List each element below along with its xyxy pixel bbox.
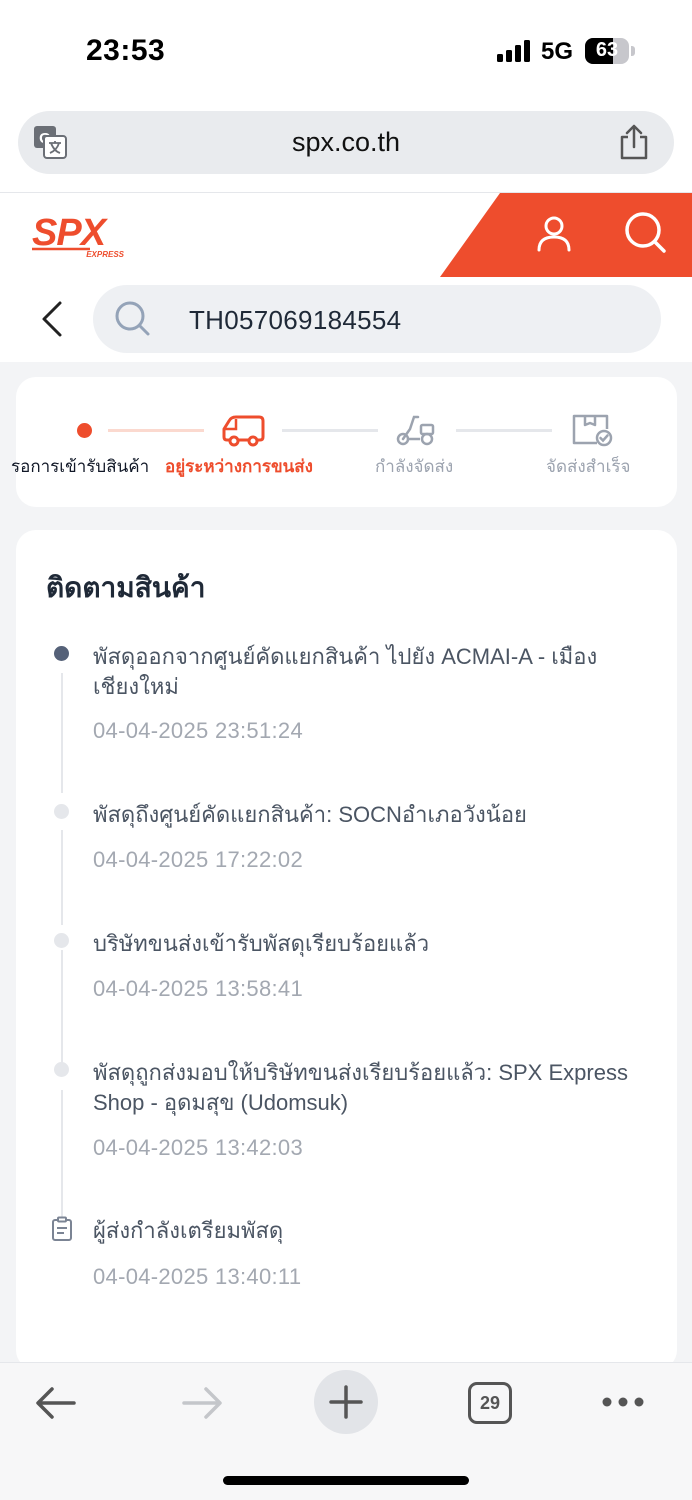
progress-line [108, 429, 204, 432]
step-label-out-for-delivery: กำลังจัดส่ง [375, 457, 454, 476]
user-icon[interactable] [534, 213, 574, 253]
share-icon[interactable] [618, 124, 650, 160]
event-description: พัสดุออกจากศูนย์คัดแยกสินค้า ไปยัง ACMAI… [93, 644, 598, 699]
timeline-line [61, 673, 63, 793]
tracking-card: ติดตามสินค้า พัสดุออกจากศูนย์คัดแยกสินค้… [16, 530, 677, 1370]
search-icon[interactable] [622, 209, 668, 255]
tabs-button[interactable]: 29 [468, 1382, 512, 1424]
forward-arrow-icon[interactable] [180, 1385, 224, 1421]
package-check-icon [572, 414, 613, 447]
more-icon[interactable] [602, 1397, 644, 1407]
event-time: 04-04-2025 23:51:24 [93, 718, 303, 743]
event-time: 04-04-2025 13:58:41 [93, 976, 303, 1001]
progress-line [282, 429, 378, 432]
event-time: 04-04-2025 13:40:11 [93, 1264, 302, 1289]
clock: 23:53 [86, 34, 166, 67]
new-tab-button[interactable] [314, 1370, 378, 1434]
tracking-number[interactable]: TH057069184554 [189, 305, 401, 336]
spx-logo[interactable]: SPX EXPRESS [30, 211, 130, 259]
cellular-signal-icon [497, 40, 533, 62]
step-dot-done [77, 423, 92, 438]
event-description: พัสดุถึงศูนย์คัดแยกสินค้า: SOCNอำเภอวังน… [93, 802, 527, 827]
timeline-dot [54, 933, 69, 948]
browser-toolbar: 29 [0, 1362, 692, 1500]
tracking-search-input[interactable]: TH057069184554 [93, 285, 661, 353]
site-header: SPX EXPRESS [0, 193, 692, 277]
timeline-dot [54, 1062, 69, 1077]
plus-icon [329, 1385, 363, 1419]
clipboard-icon [52, 1216, 72, 1241]
scooter-icon [396, 415, 435, 446]
tracking-title: ติดตามสินค้า [46, 572, 206, 603]
battery-percent: 63 [595, 39, 619, 61]
svg-text:SPX: SPX [32, 212, 109, 254]
timeline-line [61, 830, 63, 925]
network-type: 5G [541, 38, 574, 65]
event-time: 04-04-2025 17:22:02 [93, 847, 303, 872]
battery-icon: 63 [585, 38, 629, 64]
step-label-delivered: จัดส่งสำเร็จ [546, 457, 631, 476]
address-bar[interactable]: G spx.co.th [18, 111, 674, 174]
step-label-pickup: รอการเข้ารับสินค้า [11, 457, 150, 476]
url-text[interactable]: spx.co.th [18, 127, 674, 158]
search-icon [115, 301, 150, 336]
back-arrow-icon[interactable] [34, 1385, 78, 1421]
home-indicator [223, 1476, 469, 1485]
status-bar: 23:53 5G 63 [0, 0, 692, 100]
timeline-line [61, 1090, 63, 1220]
event-description: ผู้ส่งกำลังเตรียมพัสดุ [93, 1218, 284, 1243]
progress-line [456, 429, 552, 432]
battery-tip [631, 46, 635, 56]
step-label-in-transit: อยู่ระหว่างการขนส่ง [165, 457, 313, 476]
truck-icon [222, 415, 265, 447]
timeline-dot [54, 804, 69, 819]
svg-text:EXPRESS: EXPRESS [86, 250, 124, 259]
shipment-progress: รอการเข้ารับสินค้า อยู่ระหว่างการขนส่ง ก… [11, 377, 677, 507]
timeline-dot-latest [54, 646, 69, 661]
event-description: บริษัทขนส่งเข้ารับพัสดุเรียบร้อยแล้ว [93, 931, 430, 956]
timeline-line [61, 950, 63, 1065]
back-chevron-icon[interactable] [36, 300, 68, 338]
event-description: พัสดุถูกส่งมอบให้บริษัทขนส่งเรียบร้อยแล้… [93, 1060, 628, 1115]
event-time: 04-04-2025 13:42:03 [93, 1135, 303, 1160]
